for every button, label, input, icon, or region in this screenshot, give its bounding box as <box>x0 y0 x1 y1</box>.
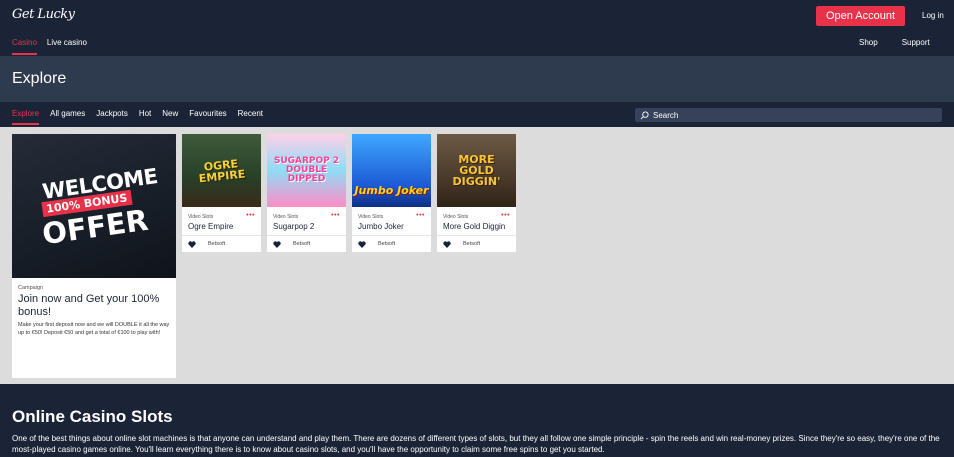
search-placeholder: Search <box>653 110 679 120</box>
card-divider <box>182 235 261 236</box>
game-art-text: OGRE EMPIRE <box>198 156 246 185</box>
game-thumbnail[interactable]: SUGARPOP 2 DOUBLE DIPPED <box>267 134 346 207</box>
game-card[interactable]: Jumbo Joker Video Slots ••• Jumbo Joker … <box>352 134 431 252</box>
game-provider: Betsoft <box>293 241 311 247</box>
more-options-icon[interactable]: ••• <box>331 212 340 219</box>
more-options-icon[interactable]: ••• <box>246 212 255 219</box>
card-divider <box>267 235 346 236</box>
game-name: Sugarpop 2 <box>273 222 315 231</box>
search-icon <box>640 110 649 119</box>
game-provider: Betsoft <box>208 241 226 247</box>
promo-body: Campaign Join now and Get your 100% bonu… <box>18 285 172 337</box>
more-options-icon[interactable]: ••• <box>416 212 425 219</box>
card-divider <box>437 235 516 236</box>
game-thumbnail[interactable]: OGRE EMPIRE <box>182 134 261 207</box>
heart-icon[interactable] <box>273 241 281 248</box>
card-divider <box>352 235 431 236</box>
tab-jackpots[interactable]: Jackpots <box>96 109 128 125</box>
tab-explore[interactable]: Explore <box>12 109 40 125</box>
game-name: Ogre Empire <box>188 222 234 231</box>
promo-title: Join now and Get your 100% bonus! <box>18 293 160 318</box>
game-art-text: MORE GOLD DIGGIN' <box>452 153 501 188</box>
game-card[interactable]: MORE GOLD DIGGIN' Video Slots ••• More G… <box>437 134 516 252</box>
game-category: Video Slots <box>443 214 469 220</box>
main-nav: Casino Live casino <box>12 38 87 55</box>
right-nav: Shop Support <box>859 38 930 47</box>
promo-card[interactable]: WELCOME 100% BONUS OFFER Campaign Join n… <box>12 134 176 378</box>
site-logo[interactable]: Get Lucky <box>12 7 75 22</box>
tab-recent[interactable]: Recent <box>238 109 263 125</box>
game-art-text: SUGARPOP 2 DOUBLE DIPPED <box>273 156 340 184</box>
tab-favourites[interactable]: Favourites <box>189 109 226 125</box>
login-link[interactable]: Log in <box>922 11 944 20</box>
nav-shop[interactable]: Shop <box>859 38 878 47</box>
heart-icon[interactable] <box>188 241 196 248</box>
game-card[interactable]: OGRE EMPIRE Video Slots ••• Ogre Empire … <box>182 134 261 252</box>
main-nav-live-casino[interactable]: Live casino <box>47 38 87 55</box>
game-provider: Betsoft <box>378 241 396 247</box>
promo-text: Make your first deposit now and we will … <box>18 322 170 336</box>
game-name: More Gold Diggin <box>443 222 506 231</box>
tab-all-games[interactable]: All games <box>50 109 85 125</box>
page-title: Explore <box>12 70 67 87</box>
game-name: Jumbo Joker <box>358 222 404 231</box>
main-nav-casino[interactable]: Casino <box>12 38 37 55</box>
game-art-text: Jumbo Joker <box>354 184 429 197</box>
tab-new[interactable]: New <box>162 109 178 125</box>
seo-section: Online Casino Slots One of the best thin… <box>0 384 954 457</box>
top-bar: Get Lucky Open Account Log in Casino Liv… <box>0 0 954 56</box>
seo-heading: Online Casino Slots <box>12 407 173 426</box>
sub-nav: Explore All games Jackpots Hot New Favou… <box>12 109 263 125</box>
game-thumbnail[interactable]: MORE GOLD DIGGIN' <box>437 134 516 207</box>
promo-image: WELCOME 100% BONUS OFFER <box>12 134 176 278</box>
heart-icon[interactable] <box>443 241 451 248</box>
game-category: Video Slots <box>358 214 384 220</box>
game-card[interactable]: SUGARPOP 2 DOUBLE DIPPED Video Slots •••… <box>267 134 346 252</box>
seo-body: One of the best things about online slot… <box>12 434 940 454</box>
page-banner: Explore <box>0 56 954 102</box>
more-options-icon[interactable]: ••• <box>501 212 510 219</box>
heart-icon[interactable] <box>358 241 366 248</box>
promo-tag: Campaign <box>18 285 44 291</box>
open-account-button[interactable]: Open Account <box>816 6 905 26</box>
nav-support[interactable]: Support <box>902 38 930 47</box>
game-thumbnail[interactable]: Jumbo Joker <box>352 134 431 207</box>
search-input[interactable]: Search <box>635 108 942 122</box>
game-provider: Betsoft <box>463 241 481 247</box>
tab-hot[interactable]: Hot <box>139 109 151 125</box>
game-category: Video Slots <box>273 214 299 220</box>
game-category: Video Slots <box>188 214 214 220</box>
